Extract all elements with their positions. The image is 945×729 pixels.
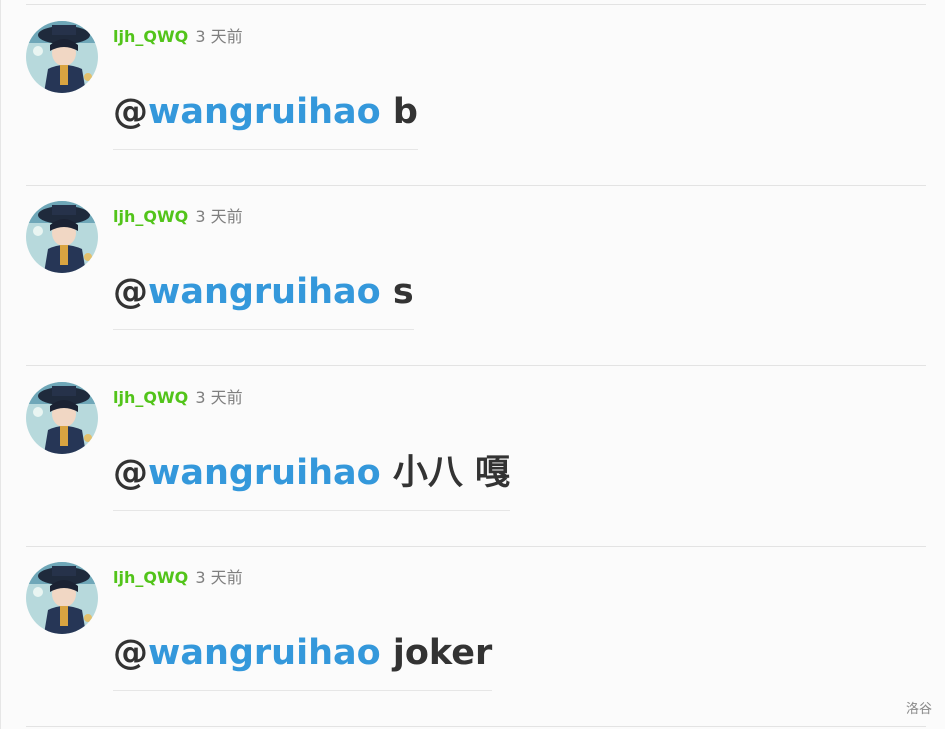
mention-link[interactable]: wangruihao <box>148 92 381 132</box>
username-link[interactable]: ljh_QWQ <box>113 207 188 226</box>
avatar-image <box>26 562 98 634</box>
username-link[interactable]: ljh_QWQ <box>113 568 188 587</box>
username-link[interactable]: ljh_QWQ <box>113 27 188 46</box>
avatar-image <box>26 201 98 273</box>
timestamp: 3 天前 <box>195 568 243 587</box>
mention-at-sign: @ <box>113 92 148 132</box>
mention-link[interactable]: wangruihao <box>148 272 381 312</box>
comment-content: @wangruihao b <box>113 87 418 150</box>
comment-item: ljh_QWQ 3 天前 @wangruihao joker <box>26 546 926 696</box>
timestamp: 3 天前 <box>195 207 243 226</box>
mention-link[interactable]: wangruihao <box>148 453 381 493</box>
comment-text: s <box>380 272 414 312</box>
mention-at-sign: @ <box>113 272 148 312</box>
comment-content: @wangruihao 小八 嘎 <box>113 448 511 511</box>
brand-watermark: 洛谷 <box>905 702 932 717</box>
comment-meta: ljh_QWQ 3 天前 <box>113 205 243 229</box>
comment-item: ljh_QWQ 3 天前 @wangruihao 小八 嘎 <box>26 366 926 516</box>
comment-meta: ljh_QWQ 3 天前 <box>113 25 243 49</box>
comment-text: b <box>380 92 418 132</box>
avatar-image <box>26 21 98 93</box>
comment-content: @wangruihao joker <box>113 628 493 691</box>
comment-meta: ljh_QWQ 3 天前 <box>113 566 243 590</box>
mention-at-sign: @ <box>113 453 148 493</box>
comment-item: ljh_QWQ 3 天前 @wangruihao b <box>26 5 926 155</box>
timestamp: 3 天前 <box>195 388 243 407</box>
mention-link[interactable]: wangruihao <box>148 633 381 673</box>
comment-text: 小八 嘎 <box>380 453 511 493</box>
avatar-image <box>26 382 98 454</box>
avatar[interactable] <box>26 562 98 634</box>
comment-item: ljh_QWQ 3 天前 @wangruihao s <box>26 185 926 335</box>
comment-content: @wangruihao s <box>113 267 414 330</box>
avatar[interactable] <box>26 201 98 273</box>
avatar[interactable] <box>26 382 98 454</box>
timestamp: 3 天前 <box>195 27 243 46</box>
divider <box>26 726 926 727</box>
comment-text: joker <box>380 633 493 673</box>
avatar[interactable] <box>26 21 98 93</box>
mention-at-sign: @ <box>113 633 148 673</box>
username-link[interactable]: ljh_QWQ <box>113 388 188 407</box>
comment-feed: ljh_QWQ 3 天前 @wangruihao b ljh_QWQ 3 天前 <box>0 0 945 729</box>
comment-meta: ljh_QWQ 3 天前 <box>113 386 243 410</box>
